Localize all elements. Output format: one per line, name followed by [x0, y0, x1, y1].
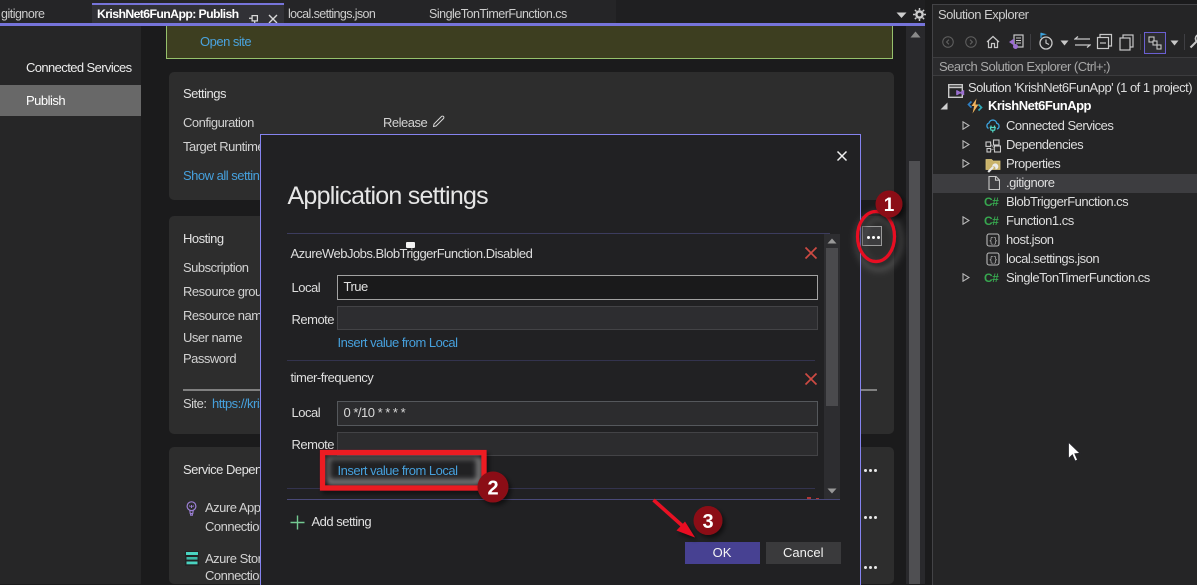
svg-text:{}: {}: [989, 237, 998, 246]
svg-text:{}: {}: [989, 256, 998, 265]
